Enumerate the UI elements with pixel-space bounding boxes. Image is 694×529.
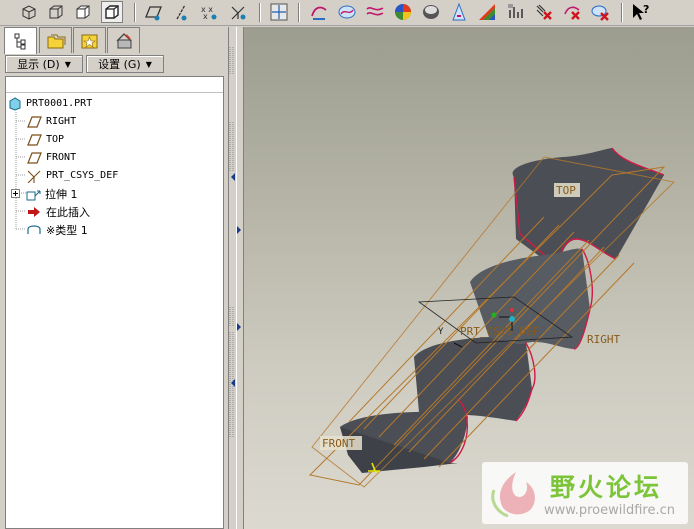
view-solid-box-icon[interactable] [101,1,123,23]
view-isometric-icon[interactable] [18,1,40,23]
toolbar-separator [621,3,623,22]
csys-display-icon[interactable] [227,1,249,23]
tree-menubar: 显示 (D) ▼ 设置 (G) ▼ [2,54,224,74]
model-canvas[interactable]: TOP RIGHT FRONT PRT_CSYS_DEF Y [244,27,694,529]
reflection-analysis-icon[interactable] [364,1,386,23]
tree-item-label: TOP [46,134,65,145]
tree-item-extrude[interactable]: 拉伸 1 [11,185,78,202]
connections-tab-icon[interactable] [107,27,140,53]
model-tree: PRT0001.PRT RIGHT TOP FRONT PRT_CSYS_DEF… [5,76,224,529]
csys-label[interactable]: PRT_CSYS_DEF [460,325,539,338]
chevron-down-icon: ▼ [145,59,152,69]
tree-item-insert-here[interactable]: 在此插入 [26,203,90,220]
forum-watermark: 野火论坛 www.proewildfire.cn [482,462,688,524]
tree-item-csys[interactable]: PRT_CSYS_DEF [26,167,118,184]
model-tree-tab-icon[interactable] [4,27,37,54]
view-shaded-box-icon[interactable] [45,1,67,23]
style-curve-icon[interactable] [308,1,330,23]
draft-analysis-icon[interactable] [420,1,442,23]
tree-item-label: PRT_CSYS_DEF [46,170,119,181]
datum-label-right[interactable]: RIGHT [587,333,620,346]
datum-plane-icon [27,151,42,164]
datum-plane-icon [27,133,42,146]
extrude-icon [26,190,41,200]
slope-analysis-icon[interactable] [476,1,498,23]
tree-item-label: 拉伸 1 [45,187,78,201]
tree-item-label: 在此插入 [46,205,90,219]
tree-item-front[interactable]: FRONT [26,149,76,166]
watermark-url: www.proewildfire.cn [544,503,675,518]
settings-menu-button[interactable]: 设置 (G) ▼ [86,55,164,73]
tree-item-surface[interactable]: ※类型 1 [26,221,88,238]
datum-point-display-icon[interactable]: x xx [198,1,220,23]
wavy-surface[interactable] [340,147,665,473]
curve-analysis-icon[interactable] [336,1,358,23]
fire-logo-icon [491,472,535,518]
datum-label-front[interactable]: FRONT [322,437,355,450]
toolbar-separator [259,3,261,22]
show-menu-button[interactable]: 显示 (D) ▼ [5,55,83,73]
hide-analysis-icon[interactable] [561,1,583,23]
favorites-tab-icon[interactable] [73,27,106,53]
splitter-grips [229,47,241,437]
graphics-viewport[interactable]: TOP RIGHT FRONT PRT_CSYS_DEF Y [244,27,694,529]
gaussian-curvature-icon[interactable] [448,1,470,23]
tree-item-top[interactable]: TOP [26,131,64,148]
datum-label-top[interactable]: TOP [556,184,576,197]
tree-item-label: RIGHT [46,116,77,127]
tree-item-label: ※类型 1 [46,223,88,237]
settings-menu-label: 设置 (G) [98,58,141,71]
axis-y-label: Y [438,327,444,337]
svg-text:x: x [203,12,208,21]
svg-text:?: ? [643,3,649,16]
watermark-title: 野火论坛 [550,473,663,502]
datum-plane-icon [27,115,42,128]
tree-item-right[interactable]: RIGHT [26,113,76,130]
folder-browser-tab-icon[interactable] [39,27,72,53]
surface-icon [27,224,41,234]
view-hidden-box-icon[interactable] [72,1,94,23]
csys-icon [27,170,41,183]
toolbar-separator [134,3,136,22]
hide-shaded-analysis-icon[interactable] [589,1,611,23]
chevron-down-icon: ▼ [64,59,71,69]
sketch-tool-icon[interactable] [268,1,290,23]
datum-axis-display-icon[interactable] [170,1,192,23]
expand-plus-icon[interactable] [11,188,21,199]
navigator-tabs [2,27,230,54]
shaded-analysis-icon[interactable] [392,1,414,23]
delete-analysis-icon[interactable] [533,1,555,23]
insert-here-arrow-icon [28,206,40,217]
main-toolbar: x xx ? [0,0,694,26]
tree-item-label: FRONT [46,152,77,163]
show-menu-label: 显示 (D) [17,58,60,71]
datum-plane-display-icon[interactable] [142,1,164,23]
context-help-icon[interactable]: ? [630,1,652,23]
section-analysis-icon[interactable] [505,1,527,23]
panel-splitter[interactable] [228,27,244,529]
toolbar-separator [298,3,300,22]
